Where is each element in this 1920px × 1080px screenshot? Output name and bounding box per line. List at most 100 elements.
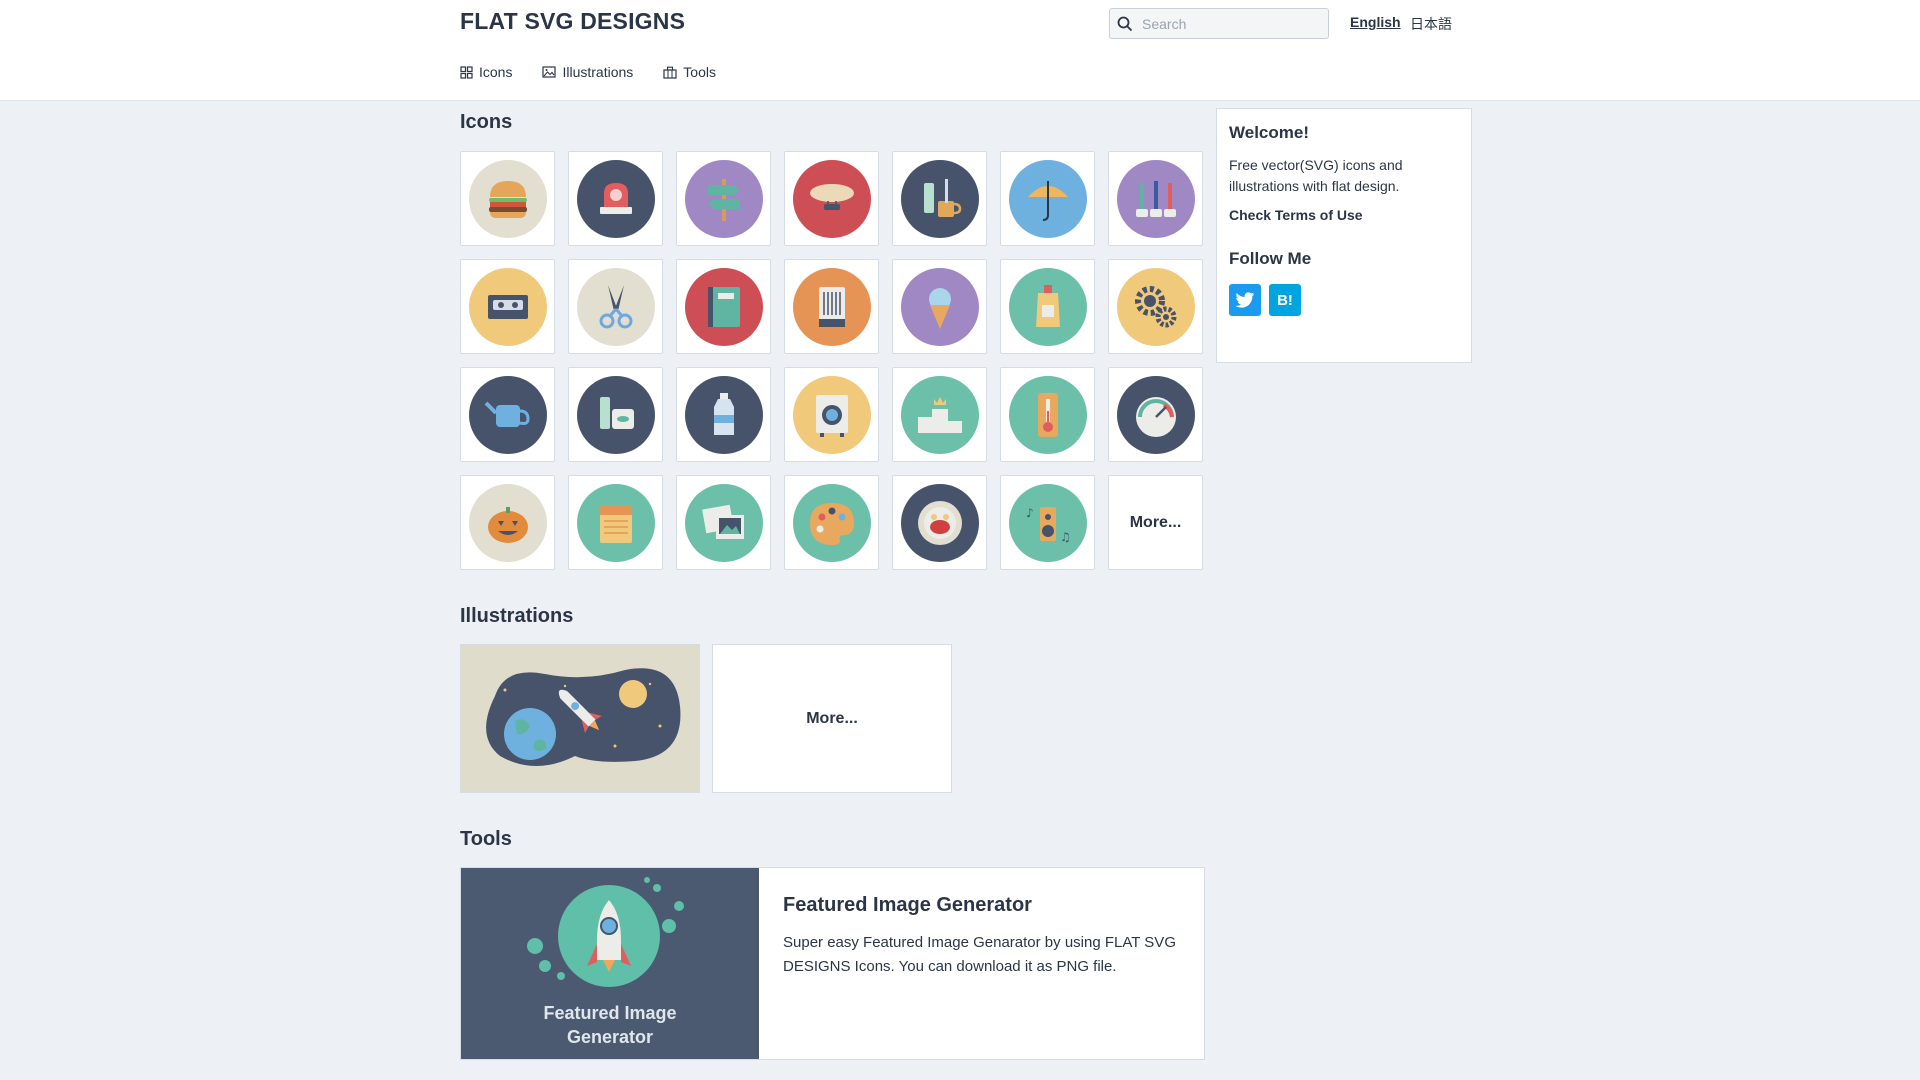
- icon-tile-jack-o-lantern[interactable]: [460, 475, 555, 570]
- washing-machine-icon: [792, 375, 871, 454]
- nav-tools[interactable]: Tools: [663, 64, 716, 80]
- hatena-bookmark-button[interactable]: B!: [1269, 284, 1301, 316]
- thermometer-icon: [1008, 375, 1087, 454]
- icon-tile-photos[interactable]: [676, 475, 771, 570]
- icon-tile-heater[interactable]: [784, 259, 879, 354]
- language-english[interactable]: English: [1350, 14, 1401, 30]
- speedometer-icon: [1116, 375, 1195, 454]
- icon-tile-ice-cream[interactable]: [892, 259, 987, 354]
- twitter-icon: [1235, 291, 1255, 308]
- nav-tools-label: Tools: [683, 64, 716, 80]
- ice-cream-icon: [900, 267, 979, 346]
- illustrations-row: More...: [460, 644, 952, 793]
- icon-tile-podium[interactable]: [892, 367, 987, 462]
- icon-tile-speedometer[interactable]: [1108, 367, 1203, 462]
- svg-text:♫: ♫: [1060, 530, 1071, 544]
- tool-thumbnail-label: Featured Image Generator: [461, 1001, 759, 1049]
- thumb-label-line1: Featured Image: [543, 1003, 677, 1023]
- icon-tile-siren[interactable]: [568, 151, 663, 246]
- nav-illustrations-label: Illustrations: [562, 64, 634, 80]
- scissors-icon: [576, 267, 655, 346]
- welcome-title: Welcome!: [1229, 123, 1309, 142]
- nav-icons-label: Icons: [479, 64, 513, 80]
- icon-tile-umbrella[interactable]: [1000, 151, 1095, 246]
- terms-of-use-link[interactable]: Check Terms of Use: [1229, 207, 1459, 223]
- siren-icon: [576, 159, 655, 238]
- icon-tile-potato-chips[interactable]: [568, 475, 663, 570]
- heater-icon: [792, 267, 871, 346]
- speaker-music-icon: ♪ ♫: [1008, 483, 1087, 562]
- svg-text:♪: ♪: [1026, 506, 1034, 520]
- language-japanese[interactable]: 日本語: [1410, 14, 1452, 34]
- icon-tile-scissors[interactable]: [568, 259, 663, 354]
- nav-icons[interactable]: Icons: [460, 64, 512, 80]
- icon-tile-toothbrushes[interactable]: [1108, 151, 1203, 246]
- photos-icon: [684, 483, 763, 562]
- search-input[interactable]: [1140, 14, 1324, 33]
- tools-section-title: Tools: [460, 828, 512, 850]
- tool-card-body: Featured Image Generator Super easy Feat…: [759, 868, 1200, 1059]
- thumb-label-line2: Generator: [566, 1027, 654, 1047]
- icon-tile-airship[interactable]: [784, 151, 879, 246]
- icons-section-title: Icons: [460, 111, 513, 133]
- twitter-button[interactable]: [1229, 284, 1261, 316]
- potato-chips-icon: [576, 483, 655, 562]
- site-logo[interactable]: FLAT SVG DESIGNS: [460, 8, 685, 35]
- gears-icon: [1116, 267, 1195, 346]
- signpost-icon: [684, 159, 763, 238]
- site-header: FLAT SVG DESIGNS English 日本語 Icons Illus…: [0, 0, 1920, 101]
- sunscreen-icon: [1008, 267, 1087, 346]
- toolbox-icon: [663, 66, 677, 79]
- icon-tile-hamburger[interactable]: [460, 151, 555, 246]
- illustration-card-space-rocket[interactable]: [460, 644, 700, 793]
- illustrations-section-title: Illustrations: [460, 605, 574, 627]
- rocket-icon: [527, 877, 684, 987]
- icon-tile-sunscreen[interactable]: [1000, 259, 1095, 354]
- umbrella-icon: [1008, 159, 1087, 238]
- icons-more-button[interactable]: More...: [1108, 475, 1203, 570]
- tool-description: Super easy Featured Image Genarator by u…: [783, 934, 1176, 975]
- toothpaste-mug-icon: [900, 159, 979, 238]
- pasta-plate-icon: [900, 483, 979, 562]
- icon-tile-cosmetics[interactable]: [568, 367, 663, 462]
- image-icon: [542, 66, 557, 78]
- notebook-icon: [684, 267, 763, 346]
- hamburger-icon: [468, 159, 547, 238]
- follow-title: Follow Me: [1229, 249, 1312, 268]
- sidebar-welcome: Welcome! Free vector(SVG) icons and illu…: [1216, 108, 1472, 363]
- toothbrushes-icon: [1116, 159, 1195, 238]
- icon-tile-water-bottle[interactable]: [676, 367, 771, 462]
- paint-palette-icon: [792, 483, 871, 562]
- icon-grid: ♪ ♫ More...: [460, 151, 1205, 570]
- icon-tile-watering-can[interactable]: [460, 367, 555, 462]
- icon-tile-toothpaste-mug[interactable]: [892, 151, 987, 246]
- social-links: B!: [1229, 284, 1459, 316]
- podium-icon: [900, 375, 979, 454]
- nav-illustrations[interactable]: Illustrations: [542, 64, 633, 80]
- jack-o-lantern-icon: [468, 483, 547, 562]
- welcome-text: Free vector(SVG) icons and illustrations…: [1229, 157, 1403, 194]
- airship-icon: [792, 159, 871, 238]
- cosmetics-icon: [576, 375, 655, 454]
- icon-tile-pasta-plate[interactable]: [892, 475, 987, 570]
- icon-tile-signpost[interactable]: [676, 151, 771, 246]
- grid-icon: [460, 65, 473, 79]
- icon-tile-gears[interactable]: [1108, 259, 1203, 354]
- icon-tile-washing-machine[interactable]: [784, 367, 879, 462]
- main-nav: Icons Illustrations Tools: [460, 64, 716, 80]
- icon-tile-notebook[interactable]: [676, 259, 771, 354]
- cassette-tape-icon: [468, 267, 547, 346]
- tool-card-featured-image-generator[interactable]: Featured Image Generator Featured Image …: [460, 867, 1205, 1060]
- icon-tile-cassette-tape[interactable]: [460, 259, 555, 354]
- icon-tile-paint-palette[interactable]: [784, 475, 879, 570]
- watering-can-icon: [468, 375, 547, 454]
- icon-tile-thermometer[interactable]: [1000, 367, 1095, 462]
- search-icon[interactable]: [1110, 9, 1140, 39]
- space-rocket-illustration: [486, 668, 681, 766]
- illustrations-more-button[interactable]: More...: [712, 644, 952, 793]
- tool-thumbnail: Featured Image Generator: [461, 868, 759, 1059]
- search-box[interactable]: [1109, 8, 1329, 39]
- icon-tile-speaker-music[interactable]: ♪ ♫: [1000, 475, 1095, 570]
- water-bottle-icon: [684, 375, 763, 454]
- tool-title: Featured Image Generator: [783, 894, 1032, 916]
